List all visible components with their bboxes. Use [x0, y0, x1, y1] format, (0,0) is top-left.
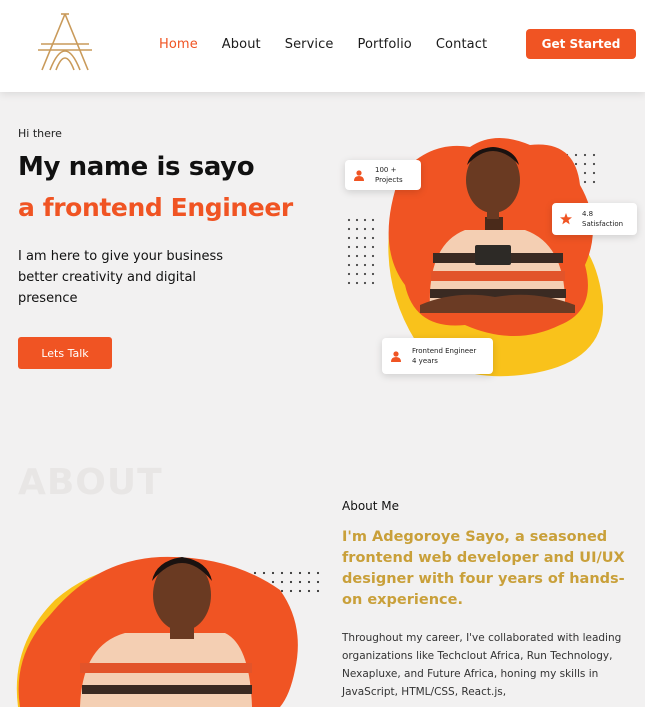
decor-dot [371, 254, 375, 258]
nav-link-service[interactable]: Service [285, 37, 334, 52]
decor-dot [355, 218, 359, 222]
lets-talk-button[interactable]: Lets Talk [18, 337, 112, 369]
decor-dot [307, 571, 311, 575]
decor-dot [574, 162, 578, 166]
decor-dot [347, 236, 351, 240]
about-body: Throughout my career, I've collaborated … [342, 632, 622, 698]
hero-subtitle: a frontend Engineer [18, 193, 293, 222]
about-watermark: ABOUT [18, 462, 163, 503]
decor-dot [355, 245, 359, 249]
decor-dot [271, 571, 275, 575]
about-label: About Me [342, 499, 400, 513]
decor-dot [347, 272, 351, 276]
decor-dot [363, 281, 367, 285]
decor-dot [583, 171, 587, 175]
decor-dot [371, 218, 375, 222]
decor-dot [592, 180, 596, 184]
about-portrait [16, 556, 320, 707]
badge-satisfaction: 4.8 Satisfaction [552, 203, 637, 235]
badge-projects-value: 100 + [375, 166, 397, 174]
navbar: Home About Service Portfolio Contact Get… [0, 0, 645, 92]
decor-dot [347, 245, 351, 249]
decor-dot [592, 153, 596, 157]
user-icon [390, 350, 402, 362]
decor-dot [355, 227, 359, 231]
decor-dot [307, 589, 311, 593]
decor-dot [371, 245, 375, 249]
page: Home About Service Portfolio Contact Get… [0, 0, 645, 707]
decor-dot [371, 272, 375, 276]
decor-dot [253, 571, 257, 575]
decor-dot [289, 571, 293, 575]
decor-dot [592, 171, 596, 175]
decor-dot [298, 571, 302, 575]
decor-dot [371, 281, 375, 285]
decor-dot [583, 180, 587, 184]
decor-dot [592, 162, 596, 166]
about-headline: I'm Adegoroye Sayo, a seasoned frontend … [342, 529, 625, 608]
decor-dot [363, 245, 367, 249]
decor-dot [347, 281, 351, 285]
decor-dot [363, 218, 367, 222]
decor-dot [307, 580, 311, 584]
hero-greeting: Hi there [18, 127, 62, 140]
decor-dot [347, 218, 351, 222]
decor-dot [316, 580, 320, 584]
decor-dot [363, 254, 367, 258]
decor-dot [262, 571, 266, 575]
badge-role-title: Frontend Engineer [412, 347, 477, 355]
hero-lead: I am here to give your business better c… [18, 249, 224, 306]
decor-dot [355, 254, 359, 258]
main-menu: Home About Service Portfolio Contact [159, 37, 511, 52]
badge-role: Frontend Engineer 4 years [382, 338, 493, 374]
decor-dot [363, 263, 367, 267]
decor-dot [289, 589, 293, 593]
decor-dot [316, 589, 320, 593]
badge-satisfaction-label: Satisfaction [582, 220, 624, 228]
nav-link-home[interactable]: Home [159, 37, 198, 52]
decor-dot [583, 162, 587, 166]
hero-title: My name is sayo [18, 152, 255, 182]
decor-dot [371, 236, 375, 240]
decor-dot [298, 589, 302, 593]
decor-dot [271, 580, 275, 584]
decor-dot [355, 281, 359, 285]
decor-dot [355, 236, 359, 240]
decor-dot [298, 580, 302, 584]
decor-dot [363, 272, 367, 276]
nav-link-portfolio[interactable]: Portfolio [357, 37, 411, 52]
decor-dot [371, 263, 375, 267]
nav-link-about[interactable]: About [222, 37, 261, 52]
decor-dot [363, 227, 367, 231]
star-icon [560, 213, 572, 225]
decor-dot [347, 254, 351, 258]
decor-dot [355, 272, 359, 276]
decor-dot [316, 571, 320, 575]
decor-dot [583, 153, 587, 157]
badge-role-years: 4 years [412, 357, 438, 365]
decor-dot [355, 263, 359, 267]
about-illustration [0, 535, 330, 707]
user-icon [353, 169, 365, 181]
hero-illustration: 100 + Projects 4.8 Satisfaction Frontend E… [335, 125, 645, 390]
badge-projects: 100 + Projects [345, 160, 421, 190]
decor-dot [347, 263, 351, 267]
decor-dot [371, 227, 375, 231]
decor-dot [280, 580, 284, 584]
brand-logo[interactable] [36, 12, 94, 72]
decor-dot [347, 227, 351, 231]
get-started-button[interactable]: Get Started [526, 29, 636, 59]
decor-dot [280, 571, 284, 575]
badge-satisfaction-value: 4.8 [582, 210, 594, 218]
decor-dot [574, 153, 578, 157]
decor-dot [363, 236, 367, 240]
badge-projects-label: Projects [375, 176, 403, 184]
decor-dot [289, 580, 293, 584]
nav-link-contact[interactable]: Contact [436, 37, 487, 52]
